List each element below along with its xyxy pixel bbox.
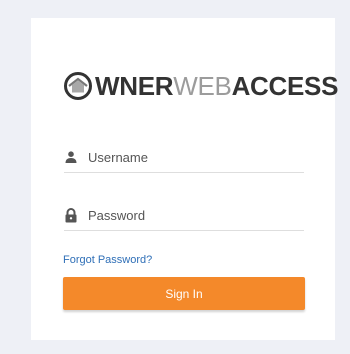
forgot-password-link[interactable]: Forgot Password? xyxy=(63,254,152,266)
password-field[interactable] xyxy=(64,200,304,231)
lock-icon xyxy=(64,207,78,223)
login-card: WNERWEBACCESS Forgot Password? Sign In xyxy=(31,18,338,340)
house-circle-icon xyxy=(63,71,93,101)
password-input[interactable] xyxy=(88,207,288,223)
logo-middle: WEB xyxy=(173,71,232,101)
sign-in-button[interactable]: Sign In xyxy=(63,277,305,310)
username-field[interactable] xyxy=(64,142,304,173)
logo-wordmark: WNERWEBACCESS xyxy=(95,71,338,101)
logo-prefix: WNER xyxy=(95,71,174,101)
logo: WNERWEBACCESS xyxy=(63,66,338,106)
username-input[interactable] xyxy=(88,149,288,165)
logo-suffix: ACCESS xyxy=(231,71,339,101)
user-icon xyxy=(64,149,78,165)
